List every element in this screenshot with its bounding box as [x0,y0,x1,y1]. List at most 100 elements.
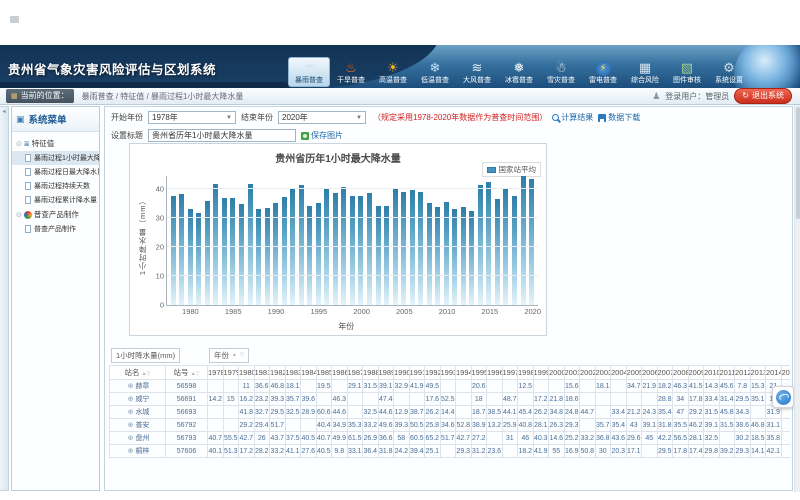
sidebar-collapse-handle[interactable]: ◂ [0,106,9,491]
tree-node-1[interactable]: ⊙ 普查产品制作 [12,207,99,222]
nav-item-risk[interactable]: ▦综合风险 [624,57,666,87]
value-cell-1995: 18 [471,393,487,406]
value-cell-2000: 34.8 [549,406,565,419]
value-cell-2007: 29.5 [657,445,673,458]
x-tick-label: 2015 [482,307,499,316]
bar-2002 [376,206,381,305]
nav-item-label: 综合风险 [625,76,665,85]
start-year-select[interactable]: 1978年 ▼ [148,111,236,124]
value-cell-1991: 50.5 [409,419,425,432]
nav-item-rainstorm[interactable]: ☔暴雨普查 [288,57,330,87]
value-cell-1978 [208,419,224,432]
nav-item-drought[interactable]: ♨干旱普查 [330,57,372,87]
sort-desc-icon: ▽ [196,371,200,377]
station-name-cell[interactable]: ⊕盘州 [110,432,166,445]
value-cell-1995: 31.2 [471,445,487,458]
value-cell-2010: 33.4 [704,393,720,406]
logout-button[interactable]: ↻ 退出系统 [734,88,792,104]
nav-item-cold[interactable]: ❄低温普查 [414,57,456,87]
chart-title-input[interactable]: 贵州省历年1小时最大降水量 [148,129,296,142]
measure-filter-box[interactable]: 1小时降水量(mm) [111,348,180,363]
value-cell-1997: 31 [502,432,518,445]
bar-1986 [239,204,244,305]
col-header-station-id[interactable]: 站号 ▲▽ [166,366,208,380]
save-image-button[interactable]: 保存图片 [301,130,343,141]
calculate-label: 计算结果 [561,112,593,123]
value-cell-1986: 49.9 [332,432,348,445]
nav-item-settings[interactable]: ⚙系统设置 [708,57,750,87]
sidebar-item-0-3[interactable]: 暴雨过程累计降水量 [12,193,99,207]
bar-2008 [427,203,432,305]
station-id-cell: 56691 [166,393,208,406]
value-cell-2004 [611,380,627,393]
expand-icon[interactable]: ⊕ [128,383,134,390]
value-cell-2009: 41.5 [688,380,704,393]
tree-toggle-icon[interactable]: ⊙ [16,140,22,148]
bar-2000 [358,196,363,306]
value-cell-1998: 45.4 [518,406,534,419]
bar-2012 [461,207,466,305]
value-cell-1986 [332,380,348,393]
value-cell-1982: 33.2 [270,445,286,458]
value-cell-2004: 33.4 [611,406,627,419]
sidebar-item-label: 暴雨过程1小时最大降水量 [34,153,99,163]
nav-item-heat[interactable]: ☀高温普查 [372,57,414,87]
value-cell-2002 [580,393,596,406]
scrollbar-thumb[interactable] [796,107,800,219]
value-cell-1980: 17.2 [239,445,255,458]
station-name-cell[interactable]: ⊕赫章 [110,380,166,393]
expand-icon[interactable]: ⊕ [128,422,134,429]
chevron-down-icon: ▼ [356,115,362,121]
nav-item-map-review[interactable]: ▧图件审核 [666,57,708,87]
logout-label: 退出系统 [752,90,784,101]
location-label: 当前的位置： [21,90,69,101]
value-cell-1985: 19.5 [316,380,332,393]
expand-icon[interactable]: ⊕ [128,435,134,442]
scrollbar[interactable] [794,105,800,492]
col-header-station-name[interactable]: 站名 ▲▽ [110,366,166,380]
col-header-2004: 2004 [611,366,627,380]
expand-icon[interactable]: ⊕ [128,448,134,455]
settings-icon: ⚙ [709,60,749,76]
nav-item-wind[interactable]: ≋大风普查 [456,57,498,87]
sidebar-item-1-0[interactable]: 普查产品制作 [12,222,99,236]
station-name-cell[interactable]: ⊕水城 [110,406,166,419]
tree-toggle-icon[interactable]: ⊙ [16,211,22,219]
value-cell-1988: 33.2 [363,419,379,432]
app-title: 贵州省气象灾害风险评估与区划系统 [8,59,216,78]
station-name-cell[interactable]: ⊕威宁 [110,393,166,406]
value-cell-2000: 26.3 [549,419,565,432]
value-cell-1996: 13.2 [487,419,503,432]
value-cell-1995: 27.2 [471,432,487,445]
station-name-cell[interactable]: ⊕普安 [110,419,166,432]
table-row: ⊕水城5669341.832.729.532.528.960.644.632.5… [110,406,791,419]
end-year-select[interactable]: 2020年 ▼ [278,111,366,124]
bar-2007 [418,192,423,305]
value-cell-2012: 29.3 [735,445,751,458]
tree-node-0[interactable]: ⊙≣特征值 [12,136,99,151]
nav-item-label: 雷电普查 [583,76,623,85]
download-button[interactable]: 数据下载 [598,112,640,123]
sidebar-item-0-2[interactable]: 暴雨过程持续天数 [12,179,99,193]
nav-item-hail[interactable]: ❅冰雹普查 [498,57,540,87]
station-name-cell[interactable]: ⊕桐梓 [110,445,166,458]
expand-icon[interactable]: ⊕ [128,396,134,403]
y-tick-label: 0 [160,301,164,310]
year-sort-box[interactable]: 年份 ▲ ▽ [209,348,249,363]
value-cell-1995: 20.6 [471,380,487,393]
expand-icon[interactable]: ⊕ [128,409,134,416]
tree-node-label: 普查产品制作 [34,209,79,220]
sort-asc-icon: ▲ [232,353,237,358]
calculate-button[interactable]: 计算结果 [552,112,593,123]
value-cell-1981: 29.4 [254,419,270,432]
hail-icon: ❅ [499,60,539,76]
value-cell-1979 [223,406,239,419]
value-cell-2012: 34.3 [735,406,751,419]
sidebar-item-0-1[interactable]: 暴雨过程日最大降水量 [12,165,99,179]
sidebar-item-0-0[interactable]: 暴雨过程1小时最大降水量 [12,151,99,165]
nav-item-lightning[interactable]: ⚡雷电普查 [582,57,624,87]
col-header-1999: 1999 [533,366,549,380]
nav-item-snow[interactable]: ☃雪灾普查 [540,57,582,87]
value-cell-1991: 39.4 [409,445,425,458]
floating-widget[interactable] [772,386,794,408]
